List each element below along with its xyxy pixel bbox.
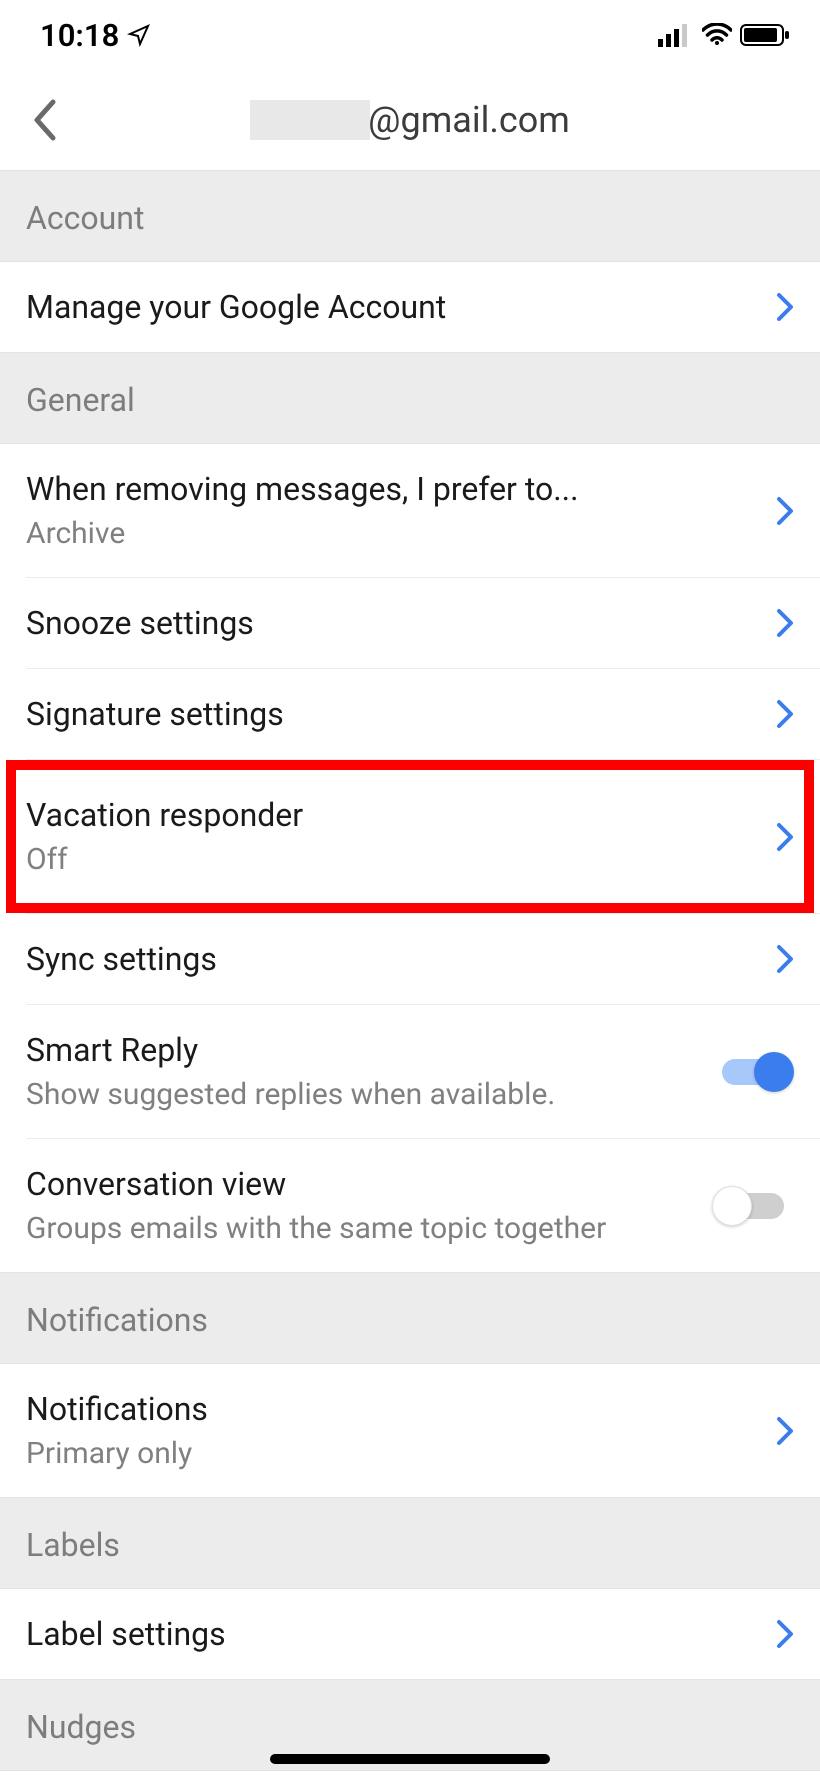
row-sync[interactable]: Sync settings bbox=[0, 914, 820, 1004]
row-label-settings-title: Label settings bbox=[26, 1615, 764, 1653]
section-header-account-label: Account bbox=[26, 199, 794, 237]
row-smart-reply-sub: Show suggested replies when available. bbox=[26, 1077, 716, 1112]
section-header-nudges-label: Nudges bbox=[26, 1708, 794, 1746]
chevron-left-icon bbox=[31, 98, 59, 142]
chevron-right-icon bbox=[776, 608, 794, 638]
row-label-settings[interactable]: Label settings bbox=[0, 1589, 820, 1679]
chevron-right-icon bbox=[776, 1619, 794, 1649]
row-signature[interactable]: Signature settings bbox=[0, 669, 820, 759]
row-notifications[interactable]: Notifications Primary only bbox=[0, 1364, 820, 1497]
toggle-smart-reply[interactable] bbox=[716, 1052, 790, 1092]
row-sync-title: Sync settings bbox=[26, 940, 764, 978]
battery-icon bbox=[740, 23, 790, 47]
row-smart-reply[interactable]: Smart Reply Show suggested replies when … bbox=[0, 1005, 820, 1138]
wifi-icon bbox=[702, 23, 732, 47]
row-conversation-view[interactable]: Conversation view Groups emails with the… bbox=[0, 1139, 820, 1272]
section-header-notifications: Notifications bbox=[0, 1272, 820, 1364]
home-indicator bbox=[270, 1754, 550, 1764]
status-time: 10:18 bbox=[40, 17, 151, 54]
cellular-icon bbox=[658, 23, 694, 47]
row-signature-title: Signature settings bbox=[26, 695, 764, 733]
back-button[interactable] bbox=[20, 90, 70, 150]
row-vacation-title: Vacation responder bbox=[26, 796, 764, 834]
nav-header: @gmail.com bbox=[0, 70, 820, 170]
section-header-labels-label: Labels bbox=[26, 1526, 794, 1564]
row-manage-account[interactable]: Manage your Google Account bbox=[0, 262, 820, 352]
row-manage-account-title: Manage your Google Account bbox=[26, 288, 764, 326]
section-header-general-label: General bbox=[26, 381, 794, 419]
section-header-labels: Labels bbox=[0, 1497, 820, 1589]
section-header-account: Account bbox=[0, 170, 820, 262]
row-conversation-sub: Groups emails with the same topic togeth… bbox=[26, 1211, 716, 1246]
section-header-general: General bbox=[0, 352, 820, 444]
chevron-right-icon bbox=[776, 496, 794, 526]
row-remove-pref[interactable]: When removing messages, I prefer to... A… bbox=[0, 444, 820, 577]
section-header-notifications-label: Notifications bbox=[26, 1301, 794, 1339]
row-vacation[interactable]: Vacation responder Off bbox=[0, 760, 820, 913]
email-redacted bbox=[250, 100, 370, 140]
row-snooze[interactable]: Snooze settings bbox=[0, 578, 820, 668]
toggle-conversation-view[interactable] bbox=[716, 1186, 790, 1226]
chevron-right-icon bbox=[776, 699, 794, 729]
email-domain: @gmail.com bbox=[368, 99, 570, 141]
row-notifications-title: Notifications bbox=[26, 1390, 764, 1428]
row-vacation-wrap: Vacation responder Off bbox=[0, 760, 820, 913]
chevron-right-icon bbox=[776, 1416, 794, 1446]
row-remove-pref-title: When removing messages, I prefer to... bbox=[26, 470, 764, 508]
chevron-right-icon bbox=[776, 292, 794, 322]
chevron-right-icon bbox=[776, 822, 794, 852]
status-indicators bbox=[658, 23, 790, 47]
row-snooze-title: Snooze settings bbox=[26, 604, 764, 642]
row-conversation-title: Conversation view bbox=[26, 1165, 716, 1203]
row-notifications-sub: Primary only bbox=[26, 1436, 764, 1471]
status-bar: 10:18 bbox=[0, 0, 820, 70]
row-smart-reply-title: Smart Reply bbox=[26, 1031, 716, 1069]
row-remove-pref-sub: Archive bbox=[26, 516, 764, 551]
nav-title: @gmail.com bbox=[0, 99, 820, 141]
status-time-text: 10:18 bbox=[40, 17, 119, 54]
location-icon bbox=[127, 23, 151, 47]
row-vacation-sub: Off bbox=[26, 842, 764, 877]
chevron-right-icon bbox=[776, 944, 794, 974]
